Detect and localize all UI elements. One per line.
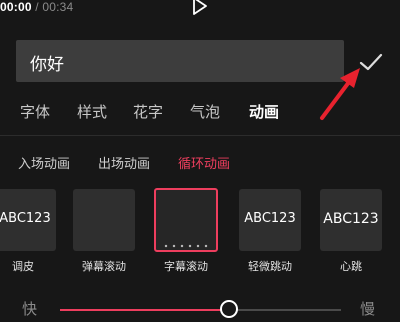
tab-divider [0,135,400,136]
tab-font[interactable]: 字体 [20,101,50,122]
time-separator: / [35,0,39,14]
speed-slider-thumb[interactable] [220,300,238,318]
speed-slow-label: 慢 [360,300,376,318]
tab-bubble[interactable]: 气泡 [190,101,220,122]
subtab-entrance-animation[interactable]: 入场动画 [18,153,70,172]
play-icon[interactable] [192,0,208,15]
animation-tile-heartbeat[interactable]: ABC123 [320,189,382,251]
speed-slider-filled[interactable] [60,309,229,311]
animation-tile-slight-bounce[interactable]: ABC123 [239,189,301,251]
animation-tile-bullet-scroll[interactable] [73,189,135,251]
animation-name: 字幕滚动 [164,260,208,273]
animation-preview-text: ABC123 [323,211,379,227]
tab-fancy-text[interactable]: 花字 [133,101,163,122]
tab-animation[interactable]: 动画 [249,101,279,122]
total-time: 00:34 [42,0,74,14]
text-input-field[interactable]: 你好 [16,40,344,82]
animation-name: 心跳 [340,260,362,273]
animation-preview-text: ABC123 [0,211,51,226]
speed-slider-track[interactable] [229,309,341,311]
subtab-loop-animation[interactable]: 循环动画 [178,153,230,172]
current-time: 00:00 [0,0,32,14]
text-input-value: 你好 [30,55,64,75]
animation-tile-naughty[interactable]: ABC123 [0,189,56,251]
speed-fast-label: 快 [22,300,38,318]
animation-name: 调皮 [12,260,34,273]
animation-name: 轻微跳动 [248,260,292,273]
tab-style[interactable]: 样式 [77,101,107,122]
animation-preview-text: ABC123 [244,211,296,226]
subtab-exit-animation[interactable]: 出场动画 [98,153,150,172]
animation-name: 弹幕滚动 [82,260,126,273]
red-arrow-icon [320,68,360,120]
time-display: 00:00 / 00:34 [0,0,73,14]
animation-tile-subtitle-scroll[interactable] [154,188,218,252]
subtitle-scroll-preview [162,244,210,248]
